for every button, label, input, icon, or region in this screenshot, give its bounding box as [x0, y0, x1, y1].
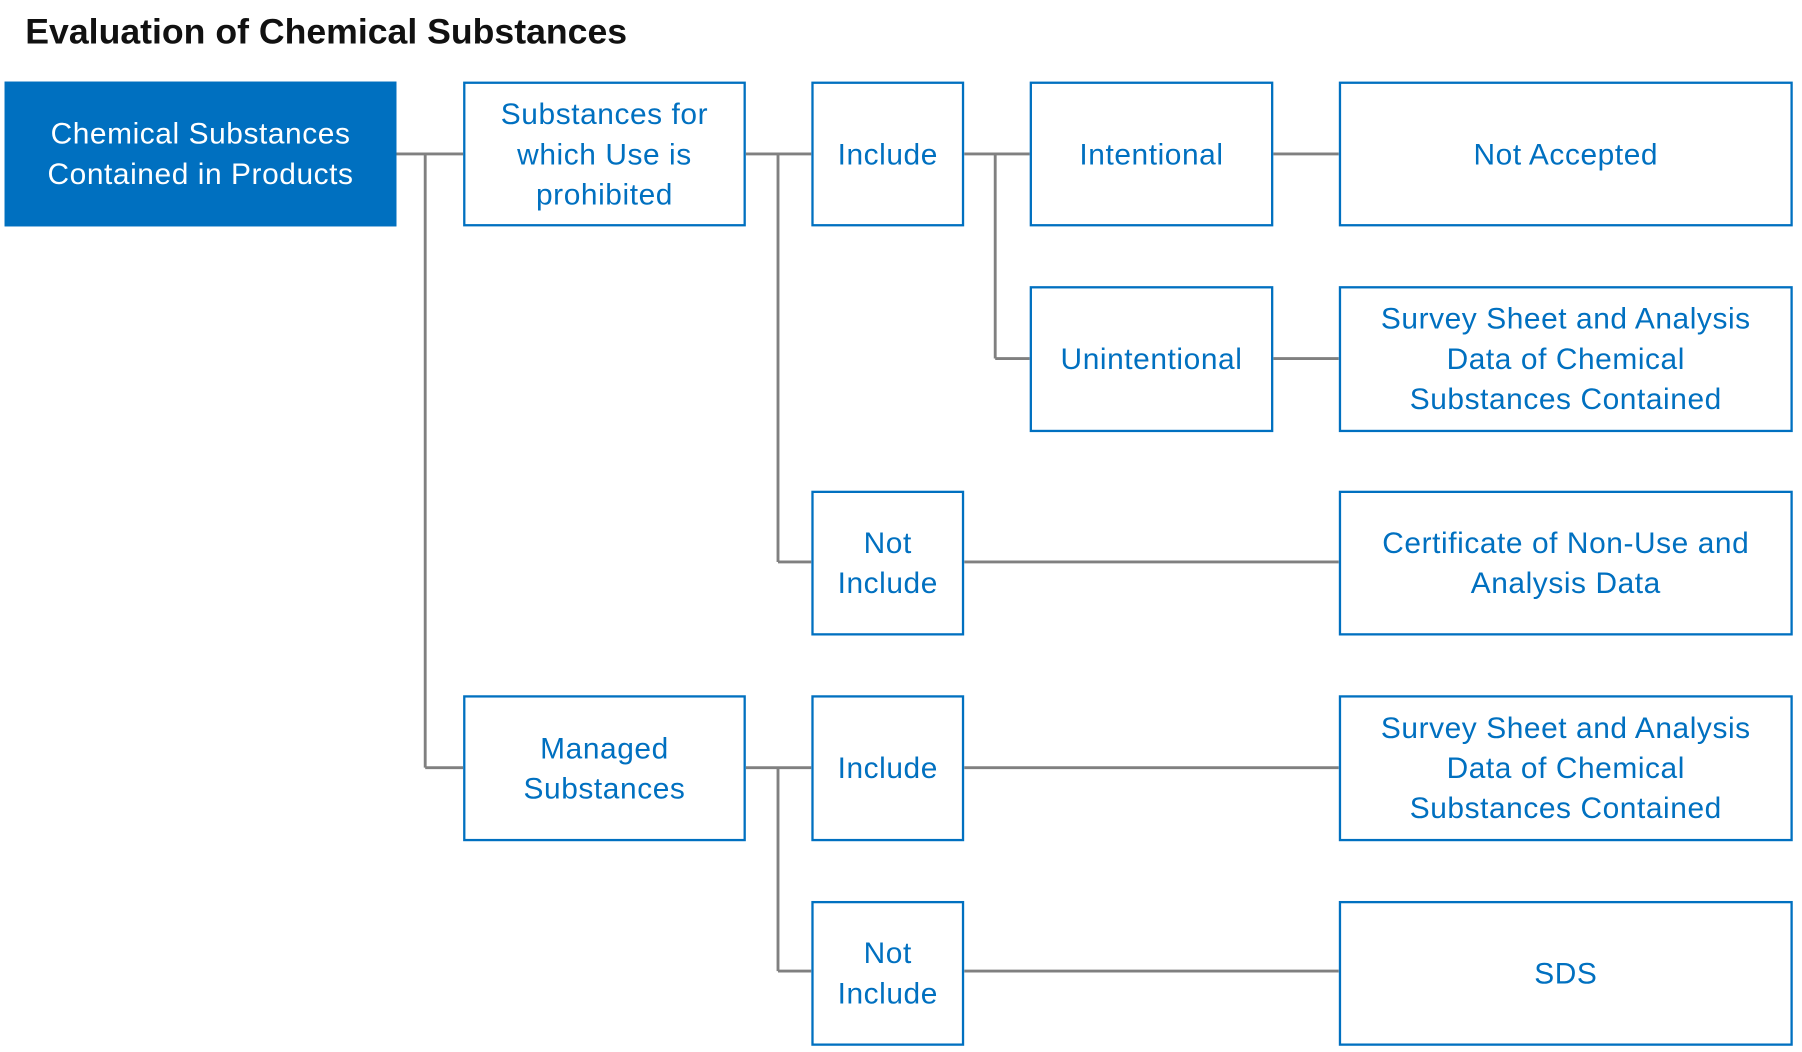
- node-managed-include: Include: [811, 695, 965, 842]
- result-certificate-non-use: Certificate of Non-Use and Analysis Data: [1338, 490, 1793, 636]
- node-managed-substances: Managed Substances: [463, 695, 746, 842]
- diagram: Evaluation of Chemical Substances Chemic…: [0, 0, 1802, 1052]
- result-survey-sheet-unintentional: Survey Sheet and Analysis Data of Chemic…: [1338, 286, 1793, 433]
- node-prohibited-substances: Substances for which Use is prohibited: [463, 81, 746, 227]
- node-prohibited-not-include: Not Include: [811, 490, 965, 636]
- node-managed-not-include: Not Include: [811, 900, 965, 1046]
- node-prohibited-include: Include: [811, 81, 965, 227]
- node-unintentional: Unintentional: [1029, 286, 1274, 433]
- result-sds: SDS: [1338, 900, 1793, 1046]
- result-survey-sheet-managed: Survey Sheet and Analysis Data of Chemic…: [1338, 695, 1793, 842]
- node-root: Chemical Substances Contained in Product…: [4, 81, 397, 227]
- node-intentional: Intentional: [1029, 81, 1274, 227]
- result-not-accepted: Not Accepted: [1338, 81, 1793, 227]
